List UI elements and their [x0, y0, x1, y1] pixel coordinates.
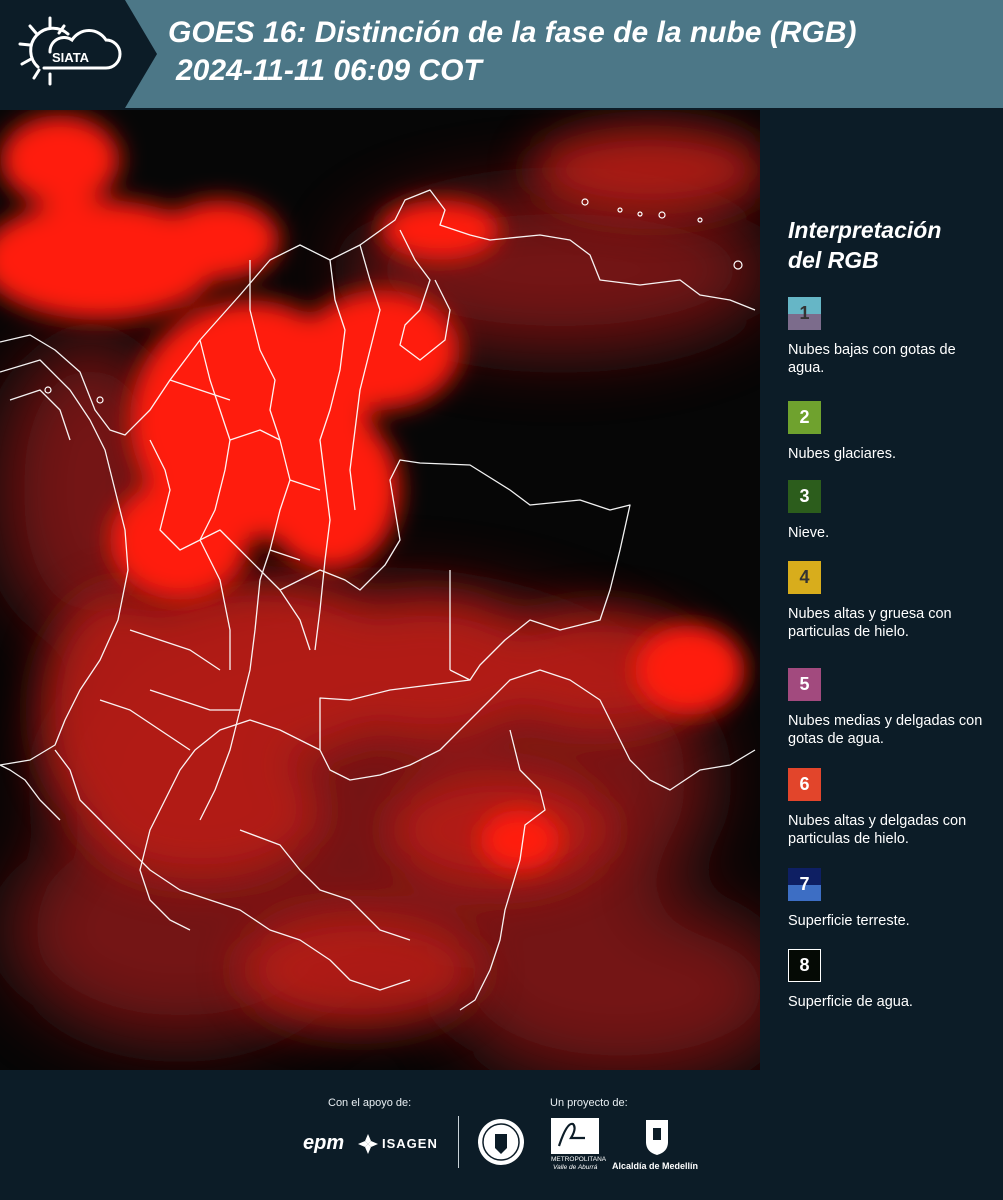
legend-swatch-1: 1: [788, 297, 821, 330]
isagen-icon: [358, 1134, 378, 1154]
legend-number: 5: [799, 674, 810, 694]
project-caption: Un proyecto de:: [550, 1097, 628, 1109]
legend-label: Nubes bajas con gotas de agua.: [788, 342, 956, 376]
area-metro-line2: Valle de Aburrá: [553, 1164, 598, 1171]
legend-swatch-8: 8: [788, 949, 821, 982]
legend-label: Nubes glaciares.: [788, 446, 896, 462]
legend-swatch-3: 3: [788, 480, 821, 513]
legend-item-8: 8 Superficie de agua.: [788, 949, 993, 1011]
legend-swatch-2: 2: [788, 401, 821, 434]
logo-text: SIATA: [52, 50, 90, 65]
legend-label: Nubes altas y delgadas con particulas de…: [788, 813, 967, 847]
legend-number: 2: [799, 407, 810, 427]
legend-title-line-1: Interpretación: [788, 217, 942, 243]
legend-number: 6: [799, 774, 810, 794]
isagen-logo: ISAGEN: [382, 1136, 438, 1151]
title-line-2: 2024-11-11 06:09 COT: [176, 54, 482, 87]
support-caption: Con el apoyo de:: [328, 1097, 412, 1109]
legend-item-2: 2 Nubes glaciares.: [788, 401, 993, 463]
satellite-map[interactable]: [0, 110, 760, 1070]
footer-divider: [458, 1116, 459, 1168]
area-metropolitana-logo: [551, 1118, 599, 1154]
legend-number: 3: [799, 486, 810, 506]
legend-title: Interpretación del RGB: [788, 215, 993, 275]
legend-label: Superficie de agua.: [788, 994, 913, 1010]
legend-swatch-4: 4: [788, 561, 821, 594]
header-bar: SIATA GOES 16: Distinción de la fase de …: [0, 0, 1003, 108]
area-metro-line1: METROPOLITANA: [551, 1156, 607, 1163]
page-title: GOES 16: Distinción de la fase de la nub…: [168, 14, 988, 90]
legend-label: Nubes altas y gruesa con particulas de h…: [788, 606, 952, 640]
legend-number: 7: [799, 874, 810, 894]
legend-item-1: 1 Nubes bajas con gotas de agua.: [788, 297, 993, 377]
satellite-image: [0, 110, 760, 1070]
legend-label: Nubes medias y delgadas con gotas de agu…: [788, 713, 983, 747]
legend-label: Superficie terreste.: [788, 913, 910, 929]
legend-swatch-6: 6: [788, 768, 821, 801]
university-seal-icon: [478, 1119, 524, 1165]
legend-number: 1: [799, 303, 810, 323]
legend-item-5: 5 Nubes medias y delgadas con gotas de ag…: [788, 668, 993, 748]
footer: Con el apoyo de: Un proyecto de: epm ISA…: [0, 1070, 1003, 1200]
siata-logo: SIATA: [18, 16, 122, 86]
legend-item-6: 6 Nubes altas y delgadas con particulas d…: [788, 768, 993, 848]
alcaldia-logo: Alcaldía de Medellín: [612, 1161, 699, 1171]
legend-title-line-2: del RGB: [788, 247, 879, 273]
epm-logo: epm: [303, 1132, 345, 1154]
legend-swatch-7: 7: [788, 868, 821, 901]
logo-notch: [125, 0, 157, 108]
legend-item-3: 3 Nieve.: [788, 480, 993, 542]
legend-number: 8: [799, 955, 810, 975]
legend-panel: Interpretación del RGB 1 Nubes bajas con …: [788, 215, 993, 1011]
legend-swatch-5: 5: [788, 668, 821, 701]
legend-item-7: 7 Superficie terreste.: [788, 868, 993, 930]
medellin-shield-icon: [646, 1120, 668, 1155]
legend-label: Nieve.: [788, 525, 830, 541]
legend-list: 1 Nubes bajas con gotas de agua. 2 Nubes gl…: [788, 297, 993, 1011]
title-line-1: GOES 16: Distinción de la fase de la nub…: [168, 16, 857, 49]
legend-number: 4: [799, 567, 810, 587]
legend-item-4: 4 Nubes altas y gruesa con particulas de …: [788, 561, 993, 641]
